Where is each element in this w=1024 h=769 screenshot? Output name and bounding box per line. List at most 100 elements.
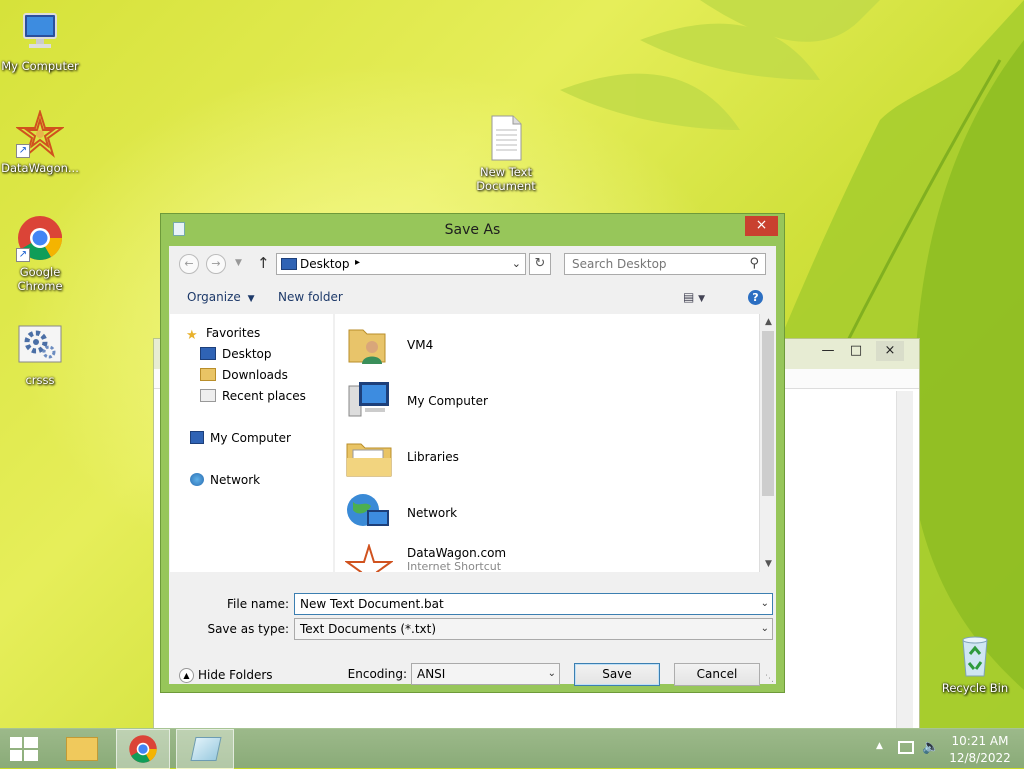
volume-icon[interactable]: 🔈 — [922, 739, 939, 755]
scroll-down-icon[interactable]: ▼ — [760, 556, 777, 572]
nav-item-label: My Computer — [210, 431, 291, 445]
address-dropdown-icon[interactable]: ⌄ — [512, 257, 521, 270]
taskbar: ▲ 🔈 10:21 AM 12/8/2022 — [0, 728, 1024, 769]
file-item-libraries[interactable]: Libraries — [345, 432, 745, 484]
save-as-type-select[interactable]: Text Documents (*.txt) ⌄ — [294, 618, 773, 640]
resize-grip-icon[interactable]: ⋱ — [765, 674, 774, 684]
recycle-bin-icon — [951, 630, 999, 678]
file-name-value[interactable]: New Text Document.bat — [300, 597, 444, 611]
view-options-icon[interactable]: ▤ ▼ — [683, 290, 705, 304]
file-name: Libraries — [407, 450, 459, 464]
refresh-icon[interactable]: ↻ — [529, 253, 551, 275]
desktop-icon-google-chrome[interactable]: ↗ Google Chrome — [0, 214, 80, 293]
close-button[interactable]: × — [745, 216, 778, 236]
chrome-icon: ↗ — [16, 214, 64, 262]
network-status-icon[interactable] — [898, 741, 914, 754]
nav-recent-places[interactable]: Recent places — [200, 387, 306, 405]
show-hidden-icons-icon[interactable]: ▲ — [876, 741, 883, 751]
cancel-button[interactable]: Cancel — [674, 663, 760, 686]
desktop-icon-crsss[interactable]: crsss — [0, 322, 80, 387]
file-list-scrollbar[interactable]: ▲ ▼ — [759, 314, 776, 572]
organize-label: Organize — [187, 290, 241, 304]
computer-icon — [345, 376, 393, 424]
folder-icon — [66, 737, 98, 761]
nav-favorites[interactable]: ★ Favorites — [186, 324, 261, 343]
nav-item-label: Downloads — [222, 368, 288, 382]
collapse-chevron-icon: ▲ — [179, 668, 194, 683]
encoding-value: ANSI — [417, 667, 446, 681]
desktop-icon-new-text-document[interactable]: New Text Document — [466, 114, 546, 193]
navigation-pane: ★ Favorites Desktop Downloads Recent plac… — [170, 314, 333, 572]
text-file-icon — [482, 114, 530, 162]
network-icon — [190, 473, 204, 486]
dropdown-arrow-icon[interactable]: ⌄ — [761, 594, 769, 614]
clock-time[interactable]: 10:21 AM — [944, 734, 1016, 748]
nav-network[interactable]: Network — [190, 471, 260, 489]
help-icon[interactable]: ? — [748, 290, 763, 305]
file-name-field[interactable]: New Text Document.bat ⌄ — [294, 593, 773, 615]
nav-item-label: Network — [210, 473, 261, 487]
dropdown-arrow-icon[interactable]: ⌄ — [548, 664, 556, 684]
hide-folders-button[interactable]: ▲ Hide Folders — [179, 668, 273, 683]
nav-item-label: Favorites — [206, 326, 261, 340]
file-name: My Computer — [407, 394, 488, 408]
file-item-vm4[interactable]: VM4 — [345, 320, 745, 372]
taskbar-chrome[interactable] — [116, 729, 170, 769]
desktop-icon-label: Recycle Bin — [941, 681, 1009, 695]
nav-item-label: Recent places — [222, 389, 306, 403]
scrollbar-thumb[interactable] — [762, 331, 774, 496]
desktop-icon-datawagon[interactable]: ↗ DataWagon... — [0, 108, 80, 175]
dropdown-arrow-icon[interactable]: ⌄ — [761, 619, 769, 639]
search-input[interactable]: Search Desktop — [572, 257, 667, 271]
dialog-title-bar[interactable]: Save As × — [161, 214, 784, 246]
notepad-scrollbar[interactable] — [896, 391, 913, 729]
forward-arrow-icon[interactable]: → — [206, 254, 226, 274]
computer-icon — [190, 431, 204, 444]
nav-my-computer[interactable]: My Computer — [190, 429, 291, 447]
settings-gear-icon — [16, 322, 64, 370]
clock-date[interactable]: 12/8/2022 — [944, 751, 1016, 765]
encoding-select[interactable]: ANSI ⌄ — [411, 663, 560, 685]
up-arrow-icon[interactable]: ↑ — [257, 254, 270, 272]
desktop-icon-recycle-bin[interactable]: Recycle Bin — [935, 630, 1015, 695]
nav-downloads[interactable]: Downloads — [200, 366, 288, 384]
shortcut-arrow-icon: ↗ — [16, 144, 30, 158]
breadcrumb-chevron-icon[interactable]: ▸ — [355, 257, 360, 268]
address-location[interactable]: Desktop — [300, 257, 350, 271]
file-name-label: File name: — [227, 597, 289, 611]
file-name: Network — [407, 506, 458, 520]
organize-menu[interactable]: Organize ▼ — [187, 290, 255, 304]
scroll-up-icon[interactable]: ▲ — [760, 314, 777, 330]
taskbar-file-explorer[interactable] — [58, 729, 108, 769]
close-icon[interactable]: × — [876, 341, 904, 361]
desktop-icon-label: Google Chrome — [17, 265, 63, 293]
recent-locations-chevron-icon[interactable]: ▼ — [235, 258, 242, 268]
desktop-icon-label: DataWagon... — [1, 161, 79, 175]
windows-logo-icon — [10, 737, 38, 761]
nav-desktop[interactable]: Desktop — [200, 345, 272, 363]
save-button[interactable]: Save — [574, 663, 660, 686]
back-arrow-icon[interactable]: ← — [179, 254, 199, 274]
downloads-folder-icon — [200, 368, 216, 381]
chrome-icon — [129, 735, 157, 763]
start-button[interactable] — [0, 729, 48, 769]
search-box[interactable]: Search Desktop ⚲ — [564, 253, 766, 275]
save-as-type-value: Text Documents (*.txt) — [300, 622, 437, 636]
file-item-datawagon[interactable]: DataWagon.com Internet Shortcut — [343, 542, 745, 572]
libraries-icon — [345, 432, 393, 480]
file-item-my-computer[interactable]: My Computer — [345, 376, 745, 428]
new-folder-button[interactable]: New folder — [278, 290, 343, 304]
address-bar[interactable]: Desktop ▸ ⌄ — [276, 253, 526, 275]
user-folder-icon — [345, 320, 393, 368]
desktop-icon-my-computer[interactable]: My Computer — [0, 8, 80, 73]
file-name: DataWagon.com — [407, 546, 507, 560]
minimize-icon[interactable]: — — [814, 341, 842, 361]
search-icon[interactable]: ⚲ — [749, 256, 759, 271]
network-icon — [345, 488, 393, 536]
save-as-dialog[interactable]: Save As × ← → ▼ ↑ Desktop ▸ ⌄ ↻ Search D… — [160, 213, 785, 693]
shortcut-arrow-icon: ↗ — [16, 248, 30, 262]
taskbar-notepad[interactable] — [176, 729, 234, 769]
maximize-icon[interactable]: □ — [842, 341, 870, 361]
file-item-network[interactable]: Network — [345, 488, 745, 540]
desktop-folder-icon — [281, 258, 297, 270]
